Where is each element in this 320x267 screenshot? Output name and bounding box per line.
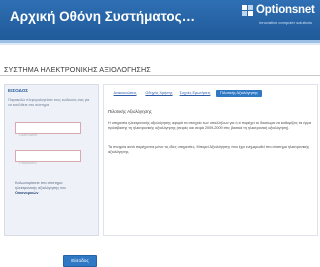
login-label: ΕΙΣΟΔΟΣ (8, 88, 29, 93)
title-divider (0, 75, 320, 76)
content-panel: Ανακοινώσεις Οδηγός Χρήσης Συχνές Ερωτήσ… (103, 84, 318, 236)
tab-pilot-evaluation[interactable]: Πιλοτικής Αξιολόγησης (216, 90, 262, 97)
content-heading: Πιλοτικής Αξιολόγησης (108, 109, 152, 114)
username-field[interactable] (15, 122, 81, 140)
content-paragraph-2: Τα στοιχεία αυτά παρέχονται μόνο τις ιδί… (108, 145, 310, 155)
logo-text: Optionsnet (256, 4, 315, 16)
login-submit-button[interactable]: Είσοδος (63, 255, 97, 267)
password-input[interactable] (16, 157, 80, 168)
app-screenshot: ΣΥΣΤΗΜΑ ΗΛΕΚΤΡΟΝΙΚΗΣ ΑΞΙΟΛΟΓΗΣΗΣ ΕΙΣΟΔΟΣ… (0, 48, 320, 267)
login-panel: ΕΙΣΟΔΟΣ Παρακαλώ πληκτρολογείστε τους κω… (4, 84, 99, 236)
system-title: ΣΥΣΤΗΜΑ ΗΛΕΚΤΡΟΝΙΚΗΣ ΑΞΙΟΛΟΓΗΣΗΣ (4, 65, 151, 74)
welcome-note: Καλωσορίσατε στο σύστημα ηλεκτρονικής αξ… (15, 181, 85, 196)
welcome-note-text: Καλωσορίσατε στο σύστημα ηλεκτρονικής αξ… (15, 181, 66, 190)
header-accent-line-light (0, 43, 320, 45)
password-field[interactable] (15, 150, 81, 168)
logo-tagline: innovative computer solutions (259, 20, 312, 25)
logo-mark-icon (242, 5, 253, 16)
login-instructions: Παρακαλώ πληκτρολογείστε τους κωδικούς σ… (8, 98, 90, 107)
tab-faq[interactable]: Συχνές Ερωτήσεις (178, 90, 212, 97)
slide-title: Αρχική Οθόνη Συστήματος… (10, 9, 196, 24)
username-input[interactable] (16, 129, 80, 140)
welcome-note-emphasis: Οικονομικών (15, 190, 39, 195)
content-paragraph-1: Η υπηρεσία ηλεκτρονικής αξιολόγησης αφορ… (108, 121, 312, 131)
tab-user-guide[interactable]: Οδηγός Χρήσης (144, 90, 174, 97)
tab-announcements[interactable]: Ανακοινώσεις (110, 90, 140, 97)
optionsnet-logo: Optionsnet (242, 4, 315, 18)
slide-header: Αρχική Οθόνη Συστήματος… Optionsnet inno… (0, 0, 320, 40)
